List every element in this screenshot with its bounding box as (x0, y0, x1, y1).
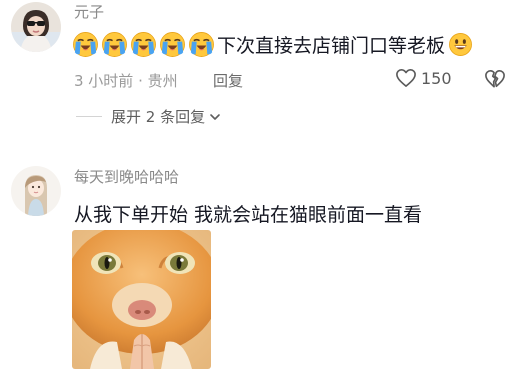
grinning-face-icon (449, 33, 472, 56)
like-count: 150 (421, 68, 452, 88)
dislike-button[interactable] (484, 69, 506, 93)
username[interactable]: 元子 (74, 1, 104, 22)
comment-list: 元子 下次直接去店铺门口等老板 3 小时前 · 贵州 回复 150 展开 2 条… (0, 0, 522, 374)
broken-heart-icon (485, 70, 505, 88)
loudly-crying-face-icon (102, 32, 127, 57)
reply-button[interactable]: 回复 (213, 70, 243, 91)
comment-item: 每天到晚哈哈哈 从我下单开始 我就会站在猫眼前面一直看 (0, 150, 522, 374)
comment-text-body: 下次直接去店铺门口等老板 (217, 35, 446, 57)
heart-icon (396, 69, 416, 87)
loudly-crying-face-icon (73, 32, 98, 57)
like-button[interactable]: 150 (395, 68, 452, 88)
comment-time-location: 3 小时前 · 贵州 (74, 72, 178, 90)
divider (76, 116, 102, 117)
avatar[interactable] (11, 2, 61, 52)
avatar[interactable] (11, 166, 61, 216)
comment-item: 元子 下次直接去店铺门口等老板 3 小时前 · 贵州 回复 150 展开 2 条… (0, 0, 522, 150)
loudly-crying-face-icon (131, 32, 156, 57)
loudly-crying-face-icon (189, 32, 214, 57)
loudly-crying-face-icon (160, 32, 185, 57)
comment-image-cat[interactable] (72, 230, 211, 369)
comment-text: 从我下单开始 我就会站在猫眼前面一直看 (74, 204, 423, 226)
chevron-down-icon (210, 113, 220, 120)
username[interactable]: 每天到晚哈哈哈 (74, 166, 179, 187)
expand-replies[interactable]: 展开 2 条回复 (76, 106, 222, 127)
comment-text: 下次直接去店铺门口等老板 (72, 31, 473, 58)
expand-replies-label: 展开 2 条回复 (111, 108, 206, 126)
